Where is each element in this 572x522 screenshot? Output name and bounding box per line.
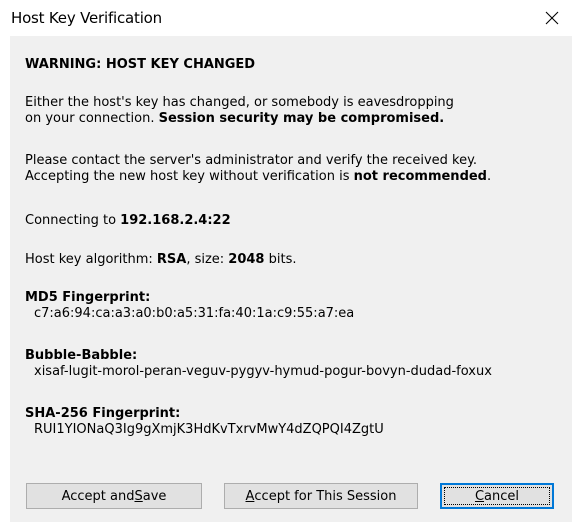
host-key-algorithm-text: Host key algorithm: RSA, size: 2048 bits… — [25, 252, 296, 268]
accept-session-label-suffix: ccept for This Session — [254, 488, 397, 504]
warning-p2-line2-text: Accepting the new host key without verif… — [25, 169, 354, 184]
warning-p2-line2: Accepting the new host key without verif… — [25, 169, 491, 185]
cancel-mnemonic: C — [474, 488, 485, 504]
key-size: 2048 — [228, 252, 265, 267]
accept-save-mnemonic: S — [134, 488, 143, 504]
button-row: Accept and Save Accept for This Session … — [10, 483, 572, 513]
md5-fingerprint-value: c7:a6:94:ca:a3:a0:b0:a5:31:fa:40:1a:c9:5… — [34, 306, 355, 321]
algorithm-prefix: Host key algorithm: — [25, 252, 157, 267]
algorithm-name: RSA — [156, 252, 187, 267]
bubble-babble-value: xisaf-lugit-morol-peran-veguv-pygyv-hymu… — [34, 364, 492, 379]
md5-fingerprint-label: MD5 Fingerprint: — [25, 290, 151, 305]
warning-heading: WARNING: HOST KEY CHANGED — [25, 57, 256, 72]
cancel-button[interactable]: Cancel — [440, 483, 554, 509]
md5-fingerprint-block: MD5 Fingerprint: c7:a6:94:ca:a3:a0:b0:a5… — [25, 290, 354, 322]
warning-p2-line2-suffix: . — [487, 169, 492, 184]
bubble-babble-block: Bubble-Babble: xisaf-lugit-morol-peran-v… — [25, 348, 492, 380]
close-icon — [545, 11, 559, 25]
sha256-fingerprint-block: SHA-256 Fingerprint: RUI1YIONaQ3Ig9gXmjK… — [25, 406, 384, 438]
warning-p1-line2: on your connection. Session security may… — [25, 111, 454, 127]
title-bar: Host Key Verification — [0, 0, 572, 36]
size-prefix: , size: — [186, 252, 229, 267]
warning-paragraph-1: Either the host's key has changed, or so… — [25, 95, 454, 127]
accept-for-session-button[interactable]: Accept for This Session — [224, 483, 418, 509]
accept-and-save-button[interactable]: Accept and Save — [26, 483, 202, 509]
close-button[interactable] — [532, 0, 572, 36]
accept-save-label-suffix: ave — [142, 488, 167, 504]
sha256-fingerprint-label: SHA-256 Fingerprint: — [25, 406, 181, 421]
size-suffix: bits. — [264, 252, 297, 267]
host-address: 192.168.2.4:22 — [120, 213, 231, 228]
connecting-to-text: Connecting to 192.168.2.4:22 — [25, 213, 231, 229]
connecting-prefix: Connecting to — [25, 213, 121, 228]
security-compromised-text: Session security may be compromised. — [158, 111, 445, 126]
window-title: Host Key Verification — [11, 9, 162, 27]
not-recommended-text: not recommended — [353, 169, 487, 184]
warning-p1-line1: Either the host's key has changed, or so… — [25, 95, 454, 110]
dialog-body: WARNING: HOST KEY CHANGED Either the hos… — [10, 36, 572, 522]
bubble-babble-label: Bubble-Babble: — [25, 348, 138, 363]
accept-save-label-prefix: Accept and — [61, 488, 135, 504]
accept-session-mnemonic: A — [245, 488, 255, 504]
warning-p2-line1: Please contact the server's administrato… — [25, 153, 478, 168]
warning-paragraph-2: Please contact the server's administrato… — [25, 153, 491, 185]
cancel-label-suffix: ancel — [484, 488, 520, 504]
warning-p1-line2-text: on your connection. — [25, 111, 159, 126]
sha256-fingerprint-value: RUI1YIONaQ3Ig9gXmjK3HdKvTxrvMwY4dZQPQI4Z… — [34, 422, 384, 437]
